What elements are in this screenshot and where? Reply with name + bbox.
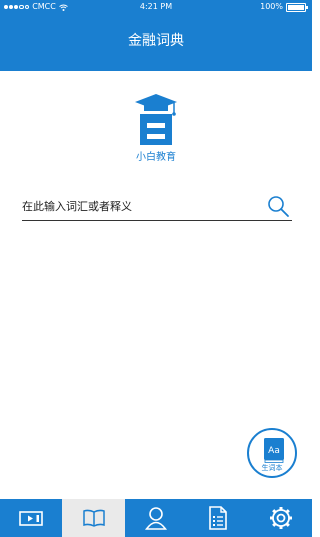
battery-icon [286,2,308,12]
status-bar: CMCC 4:21 PM 100% [0,0,312,14]
tab-profile[interactable] [125,499,187,537]
tab-bar [0,499,312,537]
logo-icon [135,94,177,145]
document-icon [209,506,228,530]
tab-video[interactable] [0,499,62,537]
book-cover-text: Aa [268,446,280,456]
battery-percent: 100% [260,2,283,11]
gear-icon [269,507,292,529]
book-open-icon [82,509,105,527]
header-bar: CMCC 4:21 PM 100% 金融词典 [0,0,312,71]
vocab-book-label: 生词本 [261,464,283,472]
status-right: 100% [260,0,308,14]
search-icon [268,196,289,217]
book-icon: Aa [264,438,284,463]
tab-dictionary[interactable] [62,499,125,537]
page-title: 金融词典 [128,33,184,49]
brand-name: 小白教育 [136,152,176,163]
search-input[interactable] [22,196,258,216]
tab-settings[interactable] [250,499,312,537]
search-button[interactable] [266,194,290,218]
user-icon [145,507,168,530]
video-icon [19,511,44,526]
vocab-book-button[interactable]: Aa 生词本 [247,428,297,478]
tab-documents[interactable] [187,499,249,537]
search-bar [22,192,292,221]
